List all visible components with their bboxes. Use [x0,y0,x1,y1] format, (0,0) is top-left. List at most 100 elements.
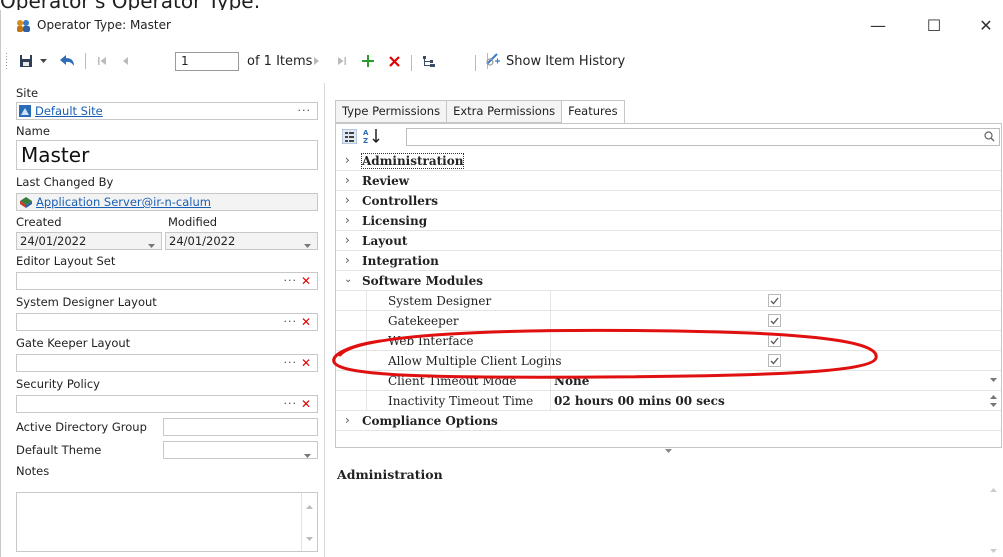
system-designer-checkbox[interactable] [768,294,781,307]
tab-features[interactable]: Features [561,100,625,124]
created-date-field: 24/01/2022 [16,232,162,250]
modified-date-field: 24/01/2022 [165,232,318,250]
tab-extra-permissions[interactable]: Extra Permissions [446,100,562,123]
row-label: Licensing [362,214,428,228]
security-policy-clear-icon[interactable]: ✕ [301,397,311,411]
gate-keeper-layout-clear-icon[interactable]: ✕ [301,356,311,370]
system-designer-layout-browse-button[interactable]: ··· [284,315,298,328]
editor-layout-clear-icon[interactable]: ✕ [301,274,311,288]
grid-row-controllers[interactable]: › Controllers [336,191,1001,211]
chevron-right-icon[interactable]: › [345,213,350,227]
grid-search-input[interactable] [406,128,1000,146]
last-changed-by-label: Last Changed By [16,175,114,189]
chevron-right-icon[interactable]: › [345,253,350,267]
grid-row-inactivity-timeout-time: Inactivity Timeout Time 02 hours 00 mins… [336,391,1001,411]
row-label: Web Interface [388,334,474,348]
save-dropdown-icon[interactable] [37,50,49,72]
cell-divider [366,391,367,411]
chevron-right-icon[interactable]: › [345,173,350,187]
notes-scrollbar[interactable] [301,493,317,551]
show-item-history-button[interactable]: Show Item History [485,50,625,72]
record-number-input[interactable]: 1 [175,52,239,71]
allow-multiple-client-logins-checkbox[interactable] [768,354,781,367]
toolbar-grip [6,53,7,69]
site-link[interactable]: Default Site [35,104,103,118]
grid-row-compliance-options[interactable]: › Compliance Options [336,411,1001,431]
row-label: Administration [360,153,465,169]
chevron-right-icon[interactable]: › [345,233,350,247]
last-changed-by-link[interactable]: Application Server@ir-n-calum [36,195,211,209]
chevron-down-icon[interactable]: ⌄ [344,274,352,285]
chevron-right-icon[interactable]: › [345,153,350,167]
grid-row-licensing[interactable]: › Licensing [336,211,1001,231]
site-browse-button[interactable]: ··· [298,104,312,117]
gate-keeper-layout-browse-button[interactable]: ··· [284,356,298,369]
gate-keeper-layout-field[interactable]: ··· ✕ [16,354,318,372]
client-timeout-mode-value[interactable]: None [554,374,589,388]
cell-divider [550,371,551,391]
undo-icon[interactable] [57,50,77,72]
property-description-pane: Administration [335,450,1002,557]
system-designer-layout-clear-icon[interactable]: ✕ [301,315,311,329]
chevron-right-icon[interactable]: › [345,413,350,427]
title-bar: Operator Type: Master — ☐ ✕ [1,10,1003,40]
row-label: Layout [362,234,408,248]
site-icon [19,105,31,120]
cell-divider [550,311,551,331]
first-record-icon[interactable] [93,50,111,72]
security-policy-field[interactable]: ··· ✕ [16,395,318,413]
delete-record-icon[interactable] [385,50,403,72]
description-scrollbar[interactable] [986,472,1002,557]
hierarchy-icon[interactable] [419,50,439,72]
active-directory-group-input[interactable] [163,418,318,436]
operator-type-details-panel: Site Default Site ··· Name Master Last C… [1,83,325,557]
close-button[interactable]: ✕ [975,15,997,37]
row-label: System Designer [388,294,492,308]
cell-divider [366,311,367,331]
chevron-right-icon[interactable]: › [345,193,350,207]
name-label: Name [16,124,50,138]
next-record-icon[interactable] [309,50,325,72]
categorized-view-icon[interactable] [341,128,358,147]
chevron-down-icon [304,448,311,462]
svg-text:A: A [363,129,369,137]
save-icon[interactable] [17,50,35,72]
notes-label: Notes [16,464,50,478]
chevron-down-icon[interactable] [990,378,997,384]
grid-row-software-modules[interactable]: ⌄ Software Modules [336,271,1001,291]
inactivity-timeout-value[interactable]: 02 hours 00 mins 00 secs [554,394,725,408]
editor-layout-browse-button[interactable]: ··· [284,274,298,287]
grid-row-review[interactable]: › Review [336,171,1001,191]
sort-alphabetical-icon[interactable]: AZ [363,128,381,145]
grid-row-administration[interactable]: › Administration [336,151,1001,171]
cell-divider [366,331,367,351]
cell-divider [366,371,367,391]
last-record-icon[interactable] [333,50,351,72]
chevron-down-icon [148,238,155,252]
svg-text:Z: Z [363,137,368,144]
maximize-button[interactable]: ☐ [923,15,945,37]
grid-row-integration[interactable]: › Integration [336,251,1001,271]
default-theme-select[interactable] [163,441,318,459]
default-theme-label: Default Theme [16,443,102,457]
last-changed-by-field: Application Server@ir-n-calum [16,193,318,211]
name-input[interactable]: Master [16,140,318,170]
spinner-icon[interactable] [990,395,997,408]
chevron-down-icon [304,238,311,252]
created-date-value: 24/01/2022 [20,234,87,248]
security-policy-label: Security Policy [16,377,100,391]
system-designer-layout-field[interactable]: ··· ✕ [16,313,318,331]
minimize-button[interactable]: — [867,15,889,37]
cell-divider [550,391,551,411]
web-interface-checkbox[interactable] [768,334,781,347]
site-field[interactable]: Default Site ··· [16,102,318,120]
security-policy-browse-button[interactable]: ··· [284,397,298,410]
grid-row-layout[interactable]: › Layout [336,231,1001,251]
tab-type-permissions[interactable]: Type Permissions [335,100,447,123]
gate-keeper-layout-label: Gate Keeper Layout [16,336,131,350]
editor-layout-set-field[interactable]: ··· ✕ [16,272,318,290]
previous-record-icon[interactable] [117,50,133,72]
notes-textarea[interactable] [16,492,318,552]
add-record-icon[interactable] [359,50,377,72]
gatekeeper-checkbox[interactable] [768,314,781,327]
